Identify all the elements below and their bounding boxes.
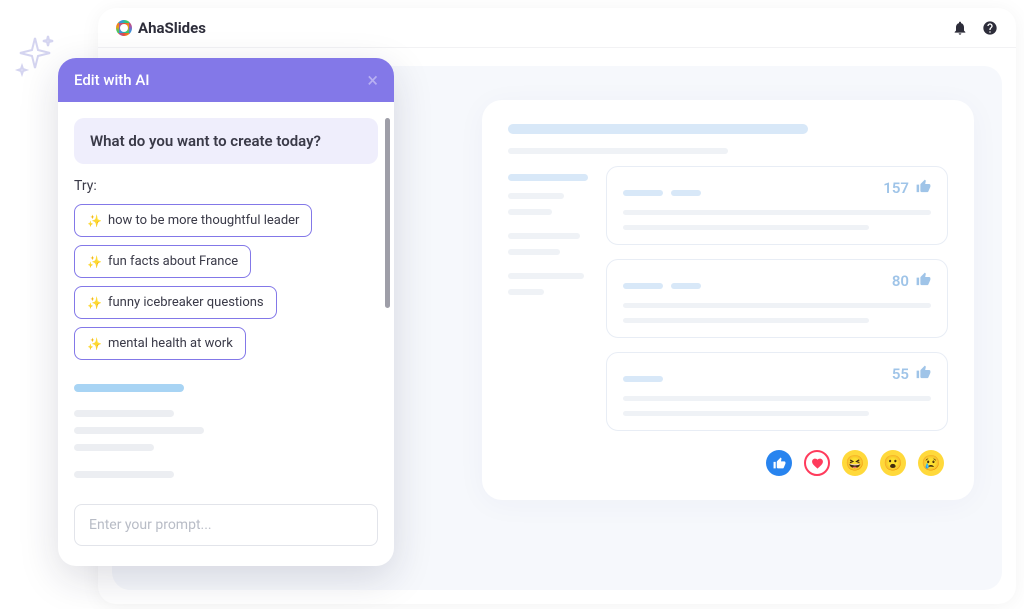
- suggestion-item[interactable]: ✨mental health at work: [74, 327, 246, 360]
- sparkle-icon: ✨: [87, 296, 102, 310]
- ai-input-container: [58, 504, 394, 566]
- thumbs-up-icon: [916, 179, 931, 198]
- rank-count: 157: [883, 179, 909, 197]
- brand-logo[interactable]: AhaSlides: [116, 19, 206, 37]
- thumbs-up-icon: [916, 272, 931, 291]
- sparkle-decoration-icon: [10, 30, 60, 84]
- reaction-haha-icon[interactable]: 😆: [842, 450, 868, 476]
- sparkle-icon: ✨: [87, 337, 102, 351]
- suggestion-item[interactable]: ✨fun facts about France: [74, 245, 251, 278]
- logo-mark-icon: [116, 20, 132, 36]
- ai-prompt-heading: What do you want to create today?: [74, 118, 378, 164]
- skeleton-title: [508, 124, 808, 134]
- reaction-sad-icon[interactable]: 😢: [918, 450, 944, 476]
- rank-card: 80: [606, 259, 948, 338]
- brand-name: AhaSlides: [138, 19, 206, 37]
- reaction-love-icon[interactable]: [804, 450, 830, 476]
- ai-panel: Edit with AI × What do you want to creat…: [58, 58, 394, 566]
- ai-panel-body: What do you want to create today? Try: ✨…: [58, 102, 394, 504]
- rank-count: 55: [892, 365, 909, 383]
- topbar-actions: [952, 20, 998, 36]
- thumbs-up-icon: [916, 365, 931, 384]
- ai-panel-header: Edit with AI ×: [58, 58, 394, 102]
- rank-cards: 157 80 55: [606, 166, 948, 431]
- prompt-input[interactable]: [74, 504, 378, 546]
- rank-card: 157: [606, 166, 948, 245]
- rank-card: 55: [606, 352, 948, 431]
- sparkle-icon: ✨: [87, 214, 102, 228]
- reaction-like-icon[interactable]: [766, 450, 792, 476]
- try-label: Try:: [74, 178, 378, 194]
- sparkle-icon: ✨: [87, 255, 102, 269]
- close-icon[interactable]: ×: [367, 70, 378, 90]
- skeleton-sidebar: [508, 166, 588, 431]
- ai-panel-title: Edit with AI: [74, 71, 150, 89]
- scrollbar[interactable]: [385, 118, 390, 308]
- notifications-icon[interactable]: [952, 20, 968, 36]
- suggestion-list: ✨how to be more thoughtful leader ✨fun f…: [74, 204, 378, 360]
- suggestion-item[interactable]: ✨funny icebreaker questions: [74, 286, 277, 319]
- rank-count: 80: [892, 272, 909, 290]
- skeleton-subtitle: [508, 148, 728, 154]
- help-icon[interactable]: [982, 20, 998, 36]
- reactions-bar: 😆 😮 😢: [766, 450, 944, 476]
- reaction-wow-icon[interactable]: 😮: [880, 450, 906, 476]
- topbar: AhaSlides: [98, 8, 1016, 48]
- slide-preview: 157 80 55: [482, 100, 974, 500]
- suggestion-item[interactable]: ✨how to be more thoughtful leader: [74, 204, 312, 237]
- skeleton-group: [74, 384, 378, 478]
